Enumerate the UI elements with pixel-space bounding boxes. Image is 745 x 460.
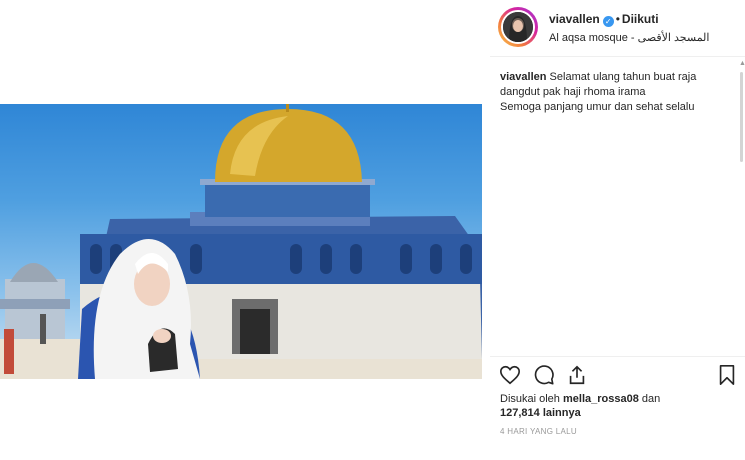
- caption-line-3: Semoga panjang umur dan sehat selalu: [500, 101, 695, 113]
- video-player[interactable]: [0, 104, 482, 379]
- comment-icon[interactable]: [533, 364, 555, 386]
- comments-scrollbar[interactable]: ▲: [739, 60, 745, 352]
- caption-line-2: dangdut pak haji rhoma irama: [500, 86, 646, 98]
- post-header: viavallen ✓ • Diikuti Al aqsa mosque - المس…: [490, 0, 745, 57]
- post-caption: viavallen Selamat ulang tahun buat raja …: [500, 70, 725, 115]
- share-icon[interactable]: [566, 364, 588, 386]
- likes-prefix: Disukai oleh: [500, 393, 560, 405]
- location-link[interactable]: Al aqsa mosque - المسجد الأقصى: [549, 31, 709, 44]
- post-media: [0, 0, 490, 460]
- caption-username[interactable]: viavallen: [500, 71, 546, 83]
- action-bar: [490, 356, 745, 391]
- follow-status-button[interactable]: Diikuti: [622, 12, 659, 26]
- header-user-row: viavallen ✓ • Diikuti: [549, 12, 659, 27]
- video-frame: [0, 104, 482, 379]
- username-link[interactable]: viavallen: [549, 12, 600, 26]
- verified-badge-icon: ✓: [602, 16, 614, 27]
- likes-summary: Disukai oleh mella_rossa08 dan 127,814 l…: [500, 392, 730, 420]
- scroll-up-arrow-icon[interactable]: ▲: [739, 60, 745, 68]
- likes-others-link[interactable]: lainnya: [543, 407, 581, 419]
- avatar-image: [503, 12, 533, 42]
- separator-dot: •: [615, 12, 620, 26]
- likes-suffix: dan: [641, 393, 661, 405]
- caption-line-1: Selamat ulang tahun buat raja: [549, 71, 697, 83]
- avatar-story-ring[interactable]: [498, 7, 538, 47]
- bookmark-icon[interactable]: [716, 364, 738, 386]
- avatar[interactable]: [501, 10, 535, 44]
- scrollbar-thumb[interactable]: [740, 72, 743, 162]
- liker-username-link[interactable]: mella_rossa08: [563, 393, 639, 405]
- heart-icon[interactable]: [499, 364, 521, 386]
- post-details-panel: viavallen ✓ • Diikuti Al aqsa mosque - المس…: [490, 0, 745, 460]
- post-timestamp[interactable]: 4 HARI YANG LALU: [500, 427, 577, 436]
- likes-count-link[interactable]: 127,814: [500, 407, 540, 419]
